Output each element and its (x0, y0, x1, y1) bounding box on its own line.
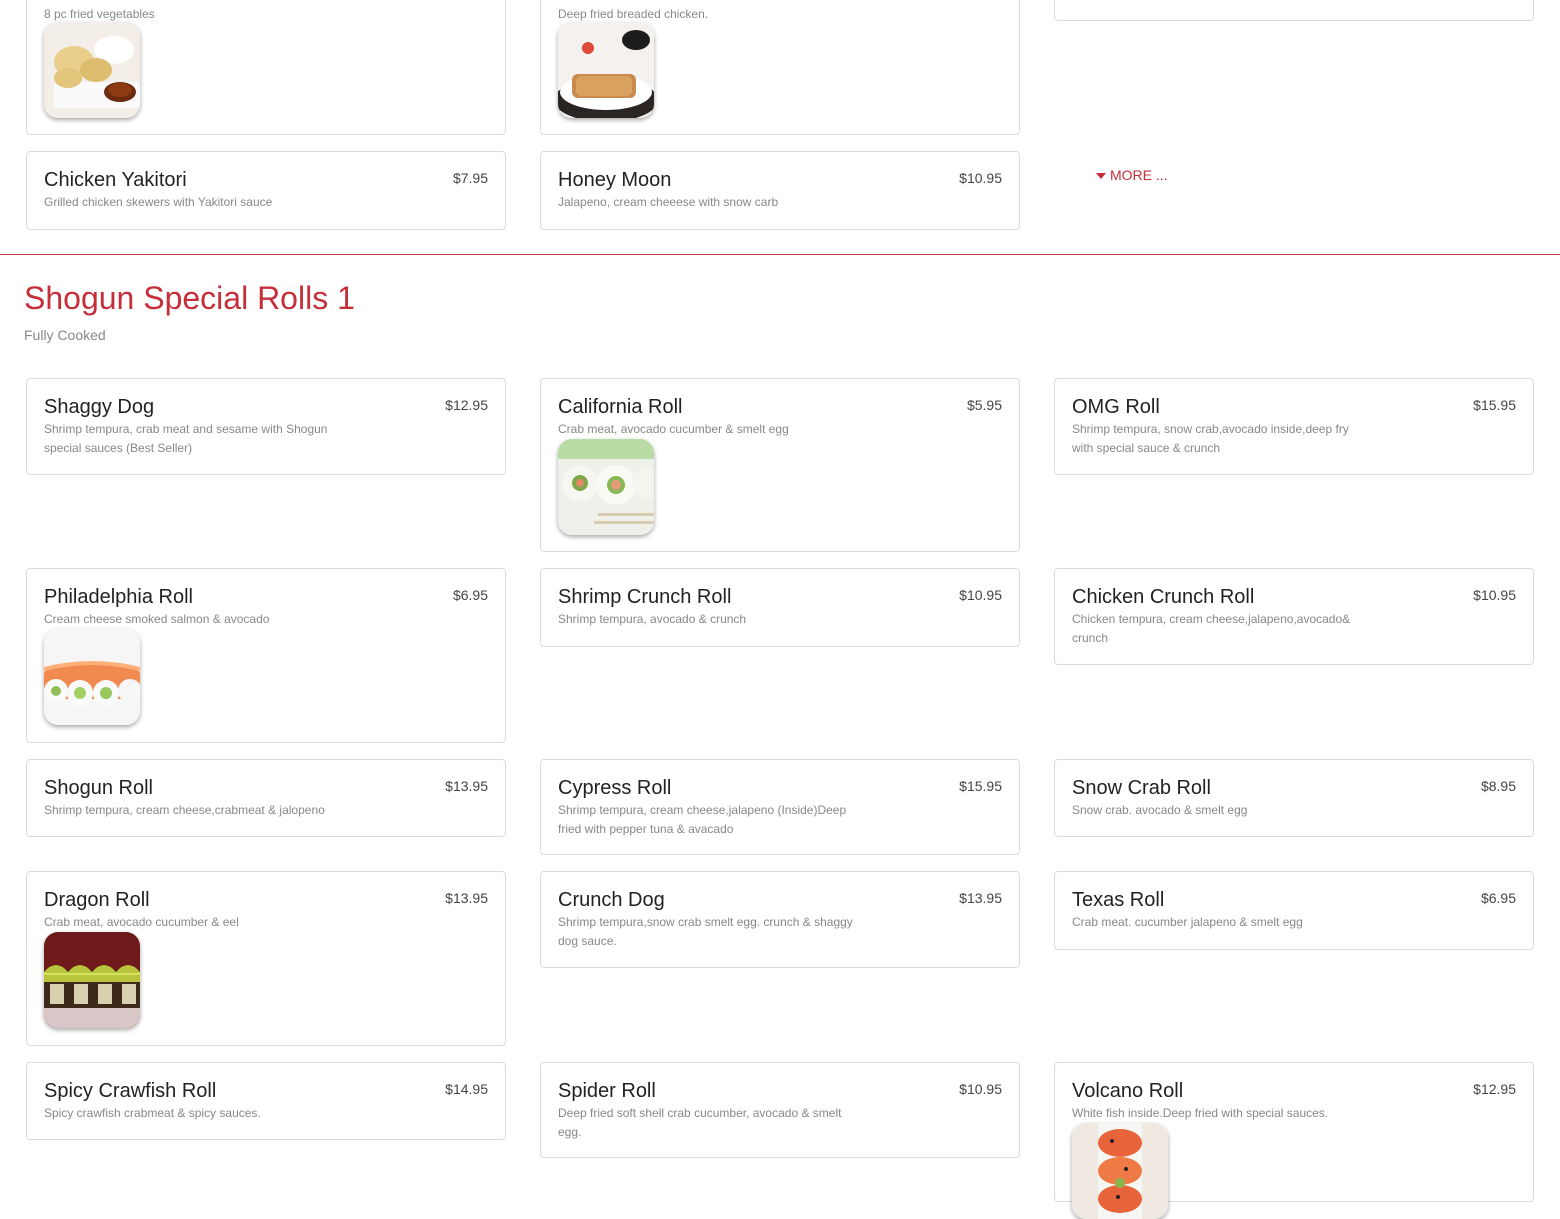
item-name: Shaggy Dog (44, 396, 155, 418)
item-name: Chicken Yakitori (44, 169, 187, 191)
menu-item-vegetable-tempura[interactable]: 8 pc fried vegetables (26, 0, 506, 135)
item-price: $14.95 (445, 1081, 488, 1097)
item-price: $13.95 (959, 890, 1002, 906)
item-price: $13.95 (445, 778, 488, 794)
menu-item-partial-top-right[interactable] (1054, 0, 1534, 21)
menu-item-chicken-crunch-roll[interactable]: Chicken Crunch Roll $10.95 Chicken tempu… (1054, 568, 1534, 665)
dragon-roll-photo[interactable] (44, 932, 140, 1028)
menu-item-snow-crab-roll[interactable]: Snow Crab Roll $8.95 Snow crab. avocado … (1054, 759, 1534, 837)
item-name: OMG Roll (1072, 396, 1160, 418)
menu-item-cypress-roll[interactable]: Cypress Roll $15.95 Shrimp tempura, crea… (540, 759, 1020, 855)
menu-item-shogun-roll[interactable]: Shogun Roll $13.95 Shrimp tempura, cream… (26, 759, 506, 837)
item-price: $5.95 (966, 397, 1002, 413)
item-price: $10.95 (1473, 587, 1516, 603)
item-name: Cypress Roll (558, 777, 672, 799)
menu-item-dragon-roll[interactable]: Dragon Roll $13.95 Crab meat, avocado cu… (26, 871, 506, 1046)
item-price: $10.95 (959, 587, 1002, 603)
item-description: Grilled chicken skewers with Yakitori sa… (44, 195, 273, 209)
item-description: Shrimp tempura,snow crab smelt egg. crun… (558, 915, 853, 948)
item-name: Honey Moon (558, 169, 672, 191)
menu-item-chicken-katsu[interactable]: Deep fried breaded chicken. (540, 0, 1020, 135)
item-price: $10.95 (959, 1081, 1002, 1097)
menu-item-volcano-roll[interactable]: Volcano Roll $12.95 White fish inside.De… (1054, 1062, 1534, 1219)
item-name: Philadelphia Roll (44, 586, 193, 608)
chicken-katsu-photo[interactable] (558, 22, 654, 118)
item-name: Texas Roll (1072, 889, 1165, 911)
item-description: Shrimp tempura, cream cheese,jalapeno (I… (558, 803, 847, 836)
item-description: Snow crab. avocado & smelt egg (1072, 803, 1248, 817)
item-description: Shrimp tempura, avocado & crunch (558, 612, 747, 626)
item-price: $10.95 (959, 170, 1002, 186)
item-description: Spicy crawfish crabmeat & spicy sauces. (44, 1106, 261, 1120)
vegetable-tempura-photo[interactable] (44, 22, 140, 118)
menu-item-omg-roll[interactable]: OMG Roll $15.95 Shrimp tempura, snow cra… (1054, 378, 1534, 475)
item-price: $7.95 (452, 170, 488, 186)
item-description: Crab meat, avocado cucumber & smelt egg (558, 422, 789, 436)
section-title: Shogun Special Rolls 1 (24, 280, 355, 316)
item-price: $8.95 (1480, 778, 1516, 794)
item-price: $12.95 (445, 397, 488, 413)
item-name: Spider Roll (558, 1080, 656, 1102)
item-description: Chicken tempura, cream cheese,jalapeno,a… (1072, 612, 1351, 645)
caret-down-icon (1096, 173, 1106, 180)
menu-item-spider-roll[interactable]: Spider Roll $10.95 Deep fried soft shell… (540, 1062, 1020, 1158)
menu-item-spicy-crawfish-roll[interactable]: Spicy Crawfish Roll $14.95 Spicy crawfis… (26, 1062, 506, 1140)
menu-item-honey-moon[interactable]: Honey Moon $10.95 Jalapeno, cream cheees… (540, 151, 1020, 230)
volcano-roll-photo[interactable] (1072, 1123, 1168, 1219)
item-description: White fish inside.Deep fried with specia… (1072, 1106, 1329, 1120)
item-price: $12.95 (1473, 1081, 1516, 1097)
more-button[interactable]: MORE ... (1096, 167, 1168, 183)
item-description: Cream cheese smoked salmon & avocado (44, 612, 270, 626)
item-description: Crab meat, avocado cucumber & eel (44, 915, 239, 929)
item-description: Deep fried breaded chicken. (558, 7, 709, 21)
item-price: $6.95 (452, 587, 488, 603)
item-description: Shrimp tempura, crab meat and sesame wit… (44, 422, 328, 455)
item-name: Spicy Crawfish Roll (44, 1080, 217, 1102)
item-description: Shrimp tempura, cream cheese,crabmeat & … (44, 803, 325, 817)
item-name: Volcano Roll (1072, 1080, 1184, 1102)
item-description: Crab meat. cucumber jalapeno & smelt egg (1072, 915, 1303, 929)
menu-item-philadelphia-roll[interactable]: Philadelphia Roll $6.95 Cream cheese smo… (26, 568, 506, 743)
item-name: Shogun Roll (44, 777, 153, 799)
item-description: Deep fried soft shell crab cucumber, avo… (558, 1106, 842, 1139)
item-name: Shrimp Crunch Roll (558, 586, 732, 608)
menu-item-crunch-dog[interactable]: Crunch Dog $13.95 Shrimp tempura,snow cr… (540, 871, 1020, 968)
menu-item-california-roll[interactable]: California Roll $5.95 Crab meat, avocado… (540, 378, 1020, 552)
item-price: $13.95 (445, 890, 488, 906)
item-price: $15.95 (959, 778, 1002, 794)
section-divider (0, 254, 1560, 255)
item-name: Dragon Roll (44, 889, 150, 911)
item-description: 8 pc fried vegetables (44, 7, 155, 21)
california-roll-photo[interactable] (558, 439, 654, 535)
menu-item-shaggy-dog[interactable]: Shaggy Dog $12.95 Shrimp tempura, crab m… (26, 378, 506, 475)
item-name: Chicken Crunch Roll (1072, 586, 1255, 608)
item-name: Snow Crab Roll (1072, 777, 1211, 799)
section-subtitle: Fully Cooked (24, 327, 106, 343)
menu-item-texas-roll[interactable]: Texas Roll $6.95 Crab meat. cucumber jal… (1054, 871, 1534, 950)
item-name: California Roll (558, 396, 683, 418)
philadelphia-roll-photo[interactable] (44, 629, 140, 725)
menu-item-chicken-yakitori[interactable]: Chicken Yakitori $7.95 Grilled chicken s… (26, 151, 506, 230)
item-price: $15.95 (1473, 397, 1516, 413)
item-name: Crunch Dog (558, 889, 665, 911)
more-label: MORE ... (1110, 167, 1168, 183)
item-price: $6.95 (1480, 890, 1516, 906)
item-description: Shrimp tempura, snow crab,avocado inside… (1072, 422, 1349, 455)
item-description: Jalapeno, cream cheeese with snow carb (558, 195, 779, 209)
menu-item-shrimp-crunch-roll[interactable]: Shrimp Crunch Roll $10.95 Shrimp tempura… (540, 568, 1020, 647)
